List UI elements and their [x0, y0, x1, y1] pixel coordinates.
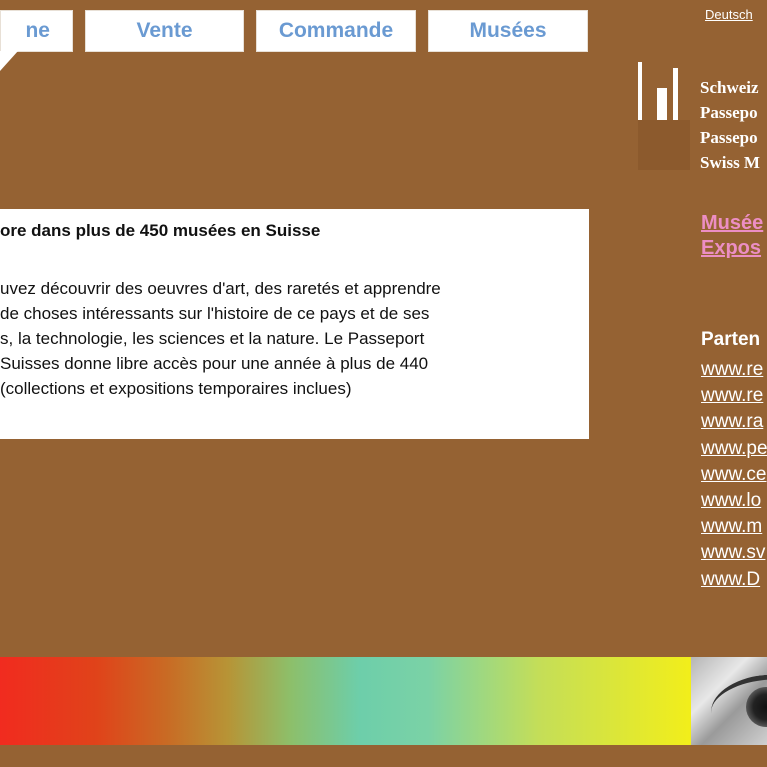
logo-line: Passepo — [700, 103, 758, 122]
partner-list: www.re www.re www.ra www.pe www.ce www.l… — [701, 357, 767, 593]
content-panel: ore dans plus de 450 musées en Suisse uv… — [0, 209, 589, 439]
content-title: ore dans plus de 450 musées en Suisse — [0, 221, 321, 240]
partner-link[interactable]: www.D — [701, 567, 767, 593]
tab-musees-label: Musées — [469, 19, 547, 42]
content-line: (collections et expositions temporaires … — [0, 379, 352, 398]
logo-bar — [638, 62, 642, 120]
partner-link[interactable]: www.lo — [701, 488, 767, 514]
content-body: uvez découvrir des oeuvres d'art, des ra… — [0, 276, 540, 401]
tab-musees[interactable]: Musées — [428, 10, 588, 52]
color-gradient-banner — [0, 657, 691, 745]
partner-link[interactable]: www.pe — [701, 436, 767, 462]
tab-commande-label: Commande — [278, 19, 394, 42]
tab-vente[interactable]: Vente — [85, 10, 244, 52]
eye-image — [691, 657, 767, 745]
content-line: de choses intéressants sur l'histoire de… — [0, 304, 430, 323]
language-link-deutsch[interactable]: Deutsch — [705, 7, 753, 22]
logo-shadow — [638, 120, 690, 170]
tab-commande[interactable]: Commande — [256, 10, 416, 52]
partners-heading: Parten — [701, 329, 761, 350]
content-line: uvez découvrir des oeuvres d'art, des ra… — [0, 279, 441, 298]
tab-vente-label: Vente — [136, 19, 193, 42]
logo-bar — [657, 88, 667, 120]
logo-line: Swiss M — [700, 153, 760, 172]
logo-icon — [638, 62, 690, 170]
content-line: s, la technologie, les sciences et la na… — [0, 329, 425, 348]
tab-home-label: ne — [25, 19, 50, 42]
partner-link[interactable]: www.re — [701, 357, 767, 383]
logo-bar — [673, 68, 678, 120]
content-line: Suisses donne libre accès pour une année… — [0, 354, 429, 373]
side-links: Musée Expos — [701, 211, 763, 261]
side-link-musees[interactable]: Musée — [701, 211, 763, 236]
logo-text: Schweiz Passepo Passepo Swiss M — [700, 75, 760, 175]
partner-link[interactable]: www.m — [701, 514, 767, 540]
side-link-expositions[interactable]: Expos — [701, 236, 763, 261]
tab-home[interactable]: ne — [0, 10, 73, 52]
logo-line: Passepo — [700, 128, 758, 147]
tab-pointer — [0, 51, 18, 71]
logo-line: Schweiz — [700, 78, 759, 97]
partner-link[interactable]: www.ce — [701, 462, 767, 488]
partner-link[interactable]: www.sv — [701, 540, 767, 566]
partner-link[interactable]: www.ra — [701, 409, 767, 435]
partner-link[interactable]: www.re — [701, 383, 767, 409]
